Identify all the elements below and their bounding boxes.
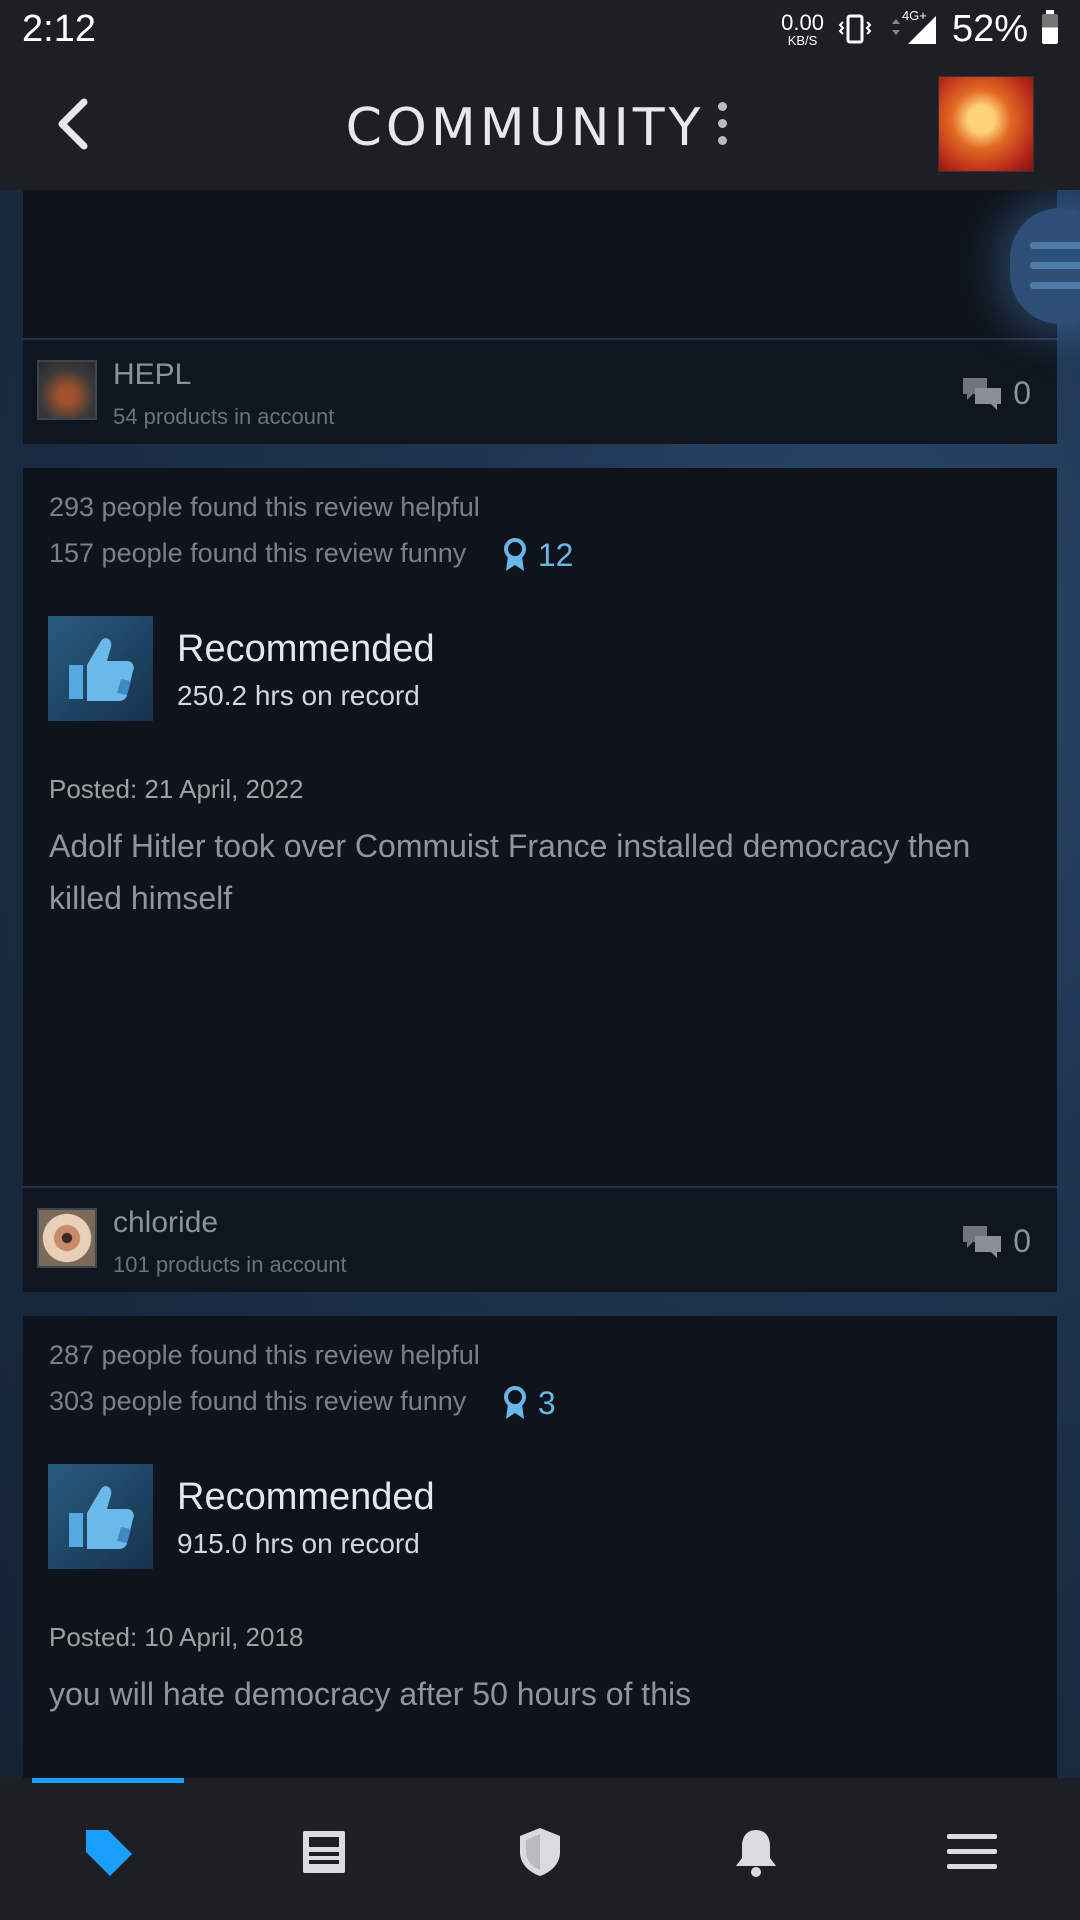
comment-count: 0 <box>1013 1222 1031 1259</box>
handle-line-icon <box>1030 242 1080 249</box>
app-header: COMMUNITY <box>0 58 1080 190</box>
more-options-button[interactable] <box>712 102 732 146</box>
helpful-count: 287 people found this review helpful <box>49 1340 480 1370</box>
thumbs-up-icon <box>68 637 134 701</box>
funny-row: 157 people found this review funny 12 <box>49 530 573 578</box>
page-title: COMMUNITY <box>345 98 705 158</box>
nav-menu[interactable] <box>940 1820 1004 1884</box>
nav-news[interactable] <box>292 1820 356 1884</box>
review-stats: 293 people found this review helpful 157… <box>49 484 573 578</box>
status-icons: 0.00 KB/S 4G+ 52% <box>781 8 1058 51</box>
recommended-thumb <box>48 1464 153 1569</box>
handle-line-icon <box>1030 282 1080 289</box>
posted-date: Posted: 10 April, 2018 <box>49 1622 304 1652</box>
recommended-thumb <box>48 616 153 721</box>
review-stats: 287 people found this review helpful 303… <box>49 1332 556 1426</box>
network-type: 4G+ <box>901 8 927 23</box>
posted-date: Posted: 21 April, 2022 <box>49 774 304 804</box>
nav-notifications[interactable] <box>724 1820 788 1884</box>
network-speed-value: 0.00 <box>781 9 824 35</box>
review-card: 293 people found this review helpful 157… <box>23 468 1057 1292</box>
author-products: 101 products in account <box>113 1252 347 1277</box>
award-ribbon-icon <box>503 1385 526 1419</box>
award-badge[interactable]: 12 <box>502 532 574 578</box>
nav-store[interactable] <box>76 1820 140 1884</box>
hours-on-record: 250.2 hrs on record <box>177 680 420 711</box>
award-ribbon-icon <box>503 537 526 571</box>
review-text: Adolf Hitler took over Commuist France i… <box>49 828 971 916</box>
funny-count: 157 people found this review funny <box>49 538 467 568</box>
handle-line-icon <box>1030 262 1080 269</box>
nav-guard[interactable] <box>508 1820 572 1884</box>
comment-count: 0 <box>1013 374 1031 411</box>
network-speed: 0.00 KB/S <box>781 9 824 48</box>
funny-count: 303 people found this review funny <box>49 1386 467 1416</box>
comment-bubbles-icon <box>963 378 1002 410</box>
vibrate-icon <box>838 14 872 44</box>
bottom-navigation <box>0 1778 1080 1920</box>
recommendation-label: Recommended <box>177 628 435 670</box>
author-avatar[interactable] <box>37 1208 97 1268</box>
bell-icon <box>736 1830 776 1877</box>
news-icon <box>303 1831 345 1873</box>
review-author-row: chloride 101 products in account 0 <box>23 1186 1057 1292</box>
thumbs-up-icon <box>68 1485 134 1549</box>
author-name[interactable]: chloride <box>113 1206 218 1240</box>
comment-bubbles-icon <box>963 1226 1002 1258</box>
recommendation-label: Recommended <box>177 1476 435 1518</box>
battery-percent: 52% <box>951 7 1028 50</box>
comments-button[interactable]: 0 <box>961 1222 1031 1260</box>
battery-icon <box>1042 10 1058 44</box>
review-author-row: HEPL 54 products in account 0 <box>23 338 1057 444</box>
more-dot-icon <box>717 102 727 111</box>
shield-icon <box>520 1828 560 1876</box>
reviews-feed[interactable]: HEPL 54 products in account 0 293 people… <box>0 190 1080 1778</box>
review-card: HEPL 54 products in account 0 <box>23 190 1057 444</box>
author-avatar[interactable] <box>37 360 97 420</box>
status-time: 2:12 <box>22 7 96 50</box>
user-avatar[interactable] <box>938 76 1034 172</box>
author-name[interactable]: HEPL <box>113 358 191 392</box>
funny-row: 303 people found this review funny 3 <box>49 1378 556 1426</box>
helpful-count: 293 people found this review helpful <box>49 492 480 522</box>
store-tag-icon <box>86 1830 132 1876</box>
comments-button[interactable]: 0 <box>961 374 1031 412</box>
award-count: 3 <box>537 1384 556 1421</box>
review-text: you will hate democracy after 50 hours o… <box>49 1676 692 1712</box>
active-tab-indicator <box>32 1778 184 1783</box>
review-card: 287 people found this review helpful 303… <box>23 1316 1057 1778</box>
author-products: 54 products in account <box>113 404 335 429</box>
menu-icon <box>947 1834 997 1869</box>
award-count: 12 <box>537 536 574 573</box>
status-bar: 2:12 0.00 KB/S 4G+ 52% <box>0 0 1080 58</box>
more-dot-icon <box>717 136 727 145</box>
network-speed-unit: KB/S <box>787 32 818 48</box>
hours-on-record: 915.0 hrs on record <box>177 1528 420 1559</box>
award-badge[interactable]: 3 <box>502 1380 556 1426</box>
signal-icon: 4G+ <box>886 8 938 46</box>
more-dot-icon <box>717 119 727 128</box>
